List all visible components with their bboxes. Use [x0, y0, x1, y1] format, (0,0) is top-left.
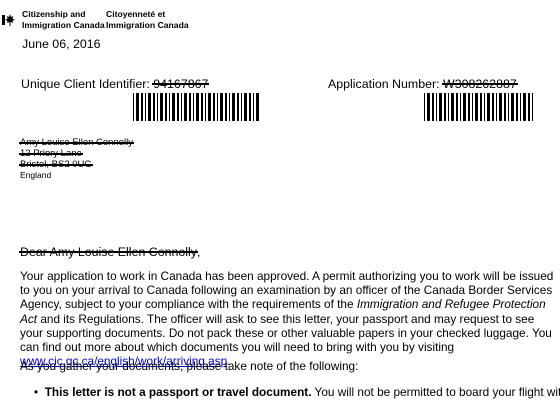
application-barcode [424, 93, 533, 121]
gather-documents-note: As you gather your documents, please tak… [20, 359, 359, 373]
department-en-line2: Immigration Canada [22, 20, 105, 30]
bullet-text: You will not be permitted to board your … [311, 385, 560, 399]
recipient-city: Bristol, BS2 0UG [20, 159, 92, 170]
recipient-street: 12 Priory Lane [20, 148, 82, 159]
uci-value-redacted: 94167867 [153, 77, 209, 91]
department-en-line1: Citizenship and [22, 9, 86, 19]
uci-field: Unique Client Identifier: 94167867 [21, 77, 208, 91]
approval-paragraph: Your application to work in Canada has b… [20, 269, 554, 369]
department-name-english: Citizenship and Immigration Canada [22, 9, 105, 31]
bullet-bold-text: This letter is not a passport or travel … [44, 385, 312, 399]
letter-date: June 06, 2016 [22, 37, 101, 51]
department-name-french: Citoyenneté et Immigration Canada [106, 9, 189, 31]
salutation: Dear Amy Louise Ellen Connolly, [20, 245, 200, 259]
salutation-name-redacted: Dear Amy Louise Ellen Connolly [20, 245, 198, 259]
recipient-name: Amy Louise Ellen Connolly [20, 137, 134, 148]
bullet-item: • This letter is not a passport or trave… [34, 385, 560, 399]
canada-flag-icon [2, 14, 15, 26]
department-fr-line2: Immigration Canada [106, 20, 189, 30]
application-number-field: Application Number: W308262887 [328, 77, 517, 91]
bullet-icon: • [34, 385, 45, 399]
uci-label: Unique Client Identifier: [21, 77, 150, 91]
application-number-label: Application Number: [328, 77, 440, 91]
uci-barcode [133, 93, 259, 121]
department-fr-line1: Citoyenneté et [106, 9, 166, 19]
recipient-country: England [20, 170, 52, 180]
application-number-value-redacted: W308262887 [443, 77, 517, 91]
